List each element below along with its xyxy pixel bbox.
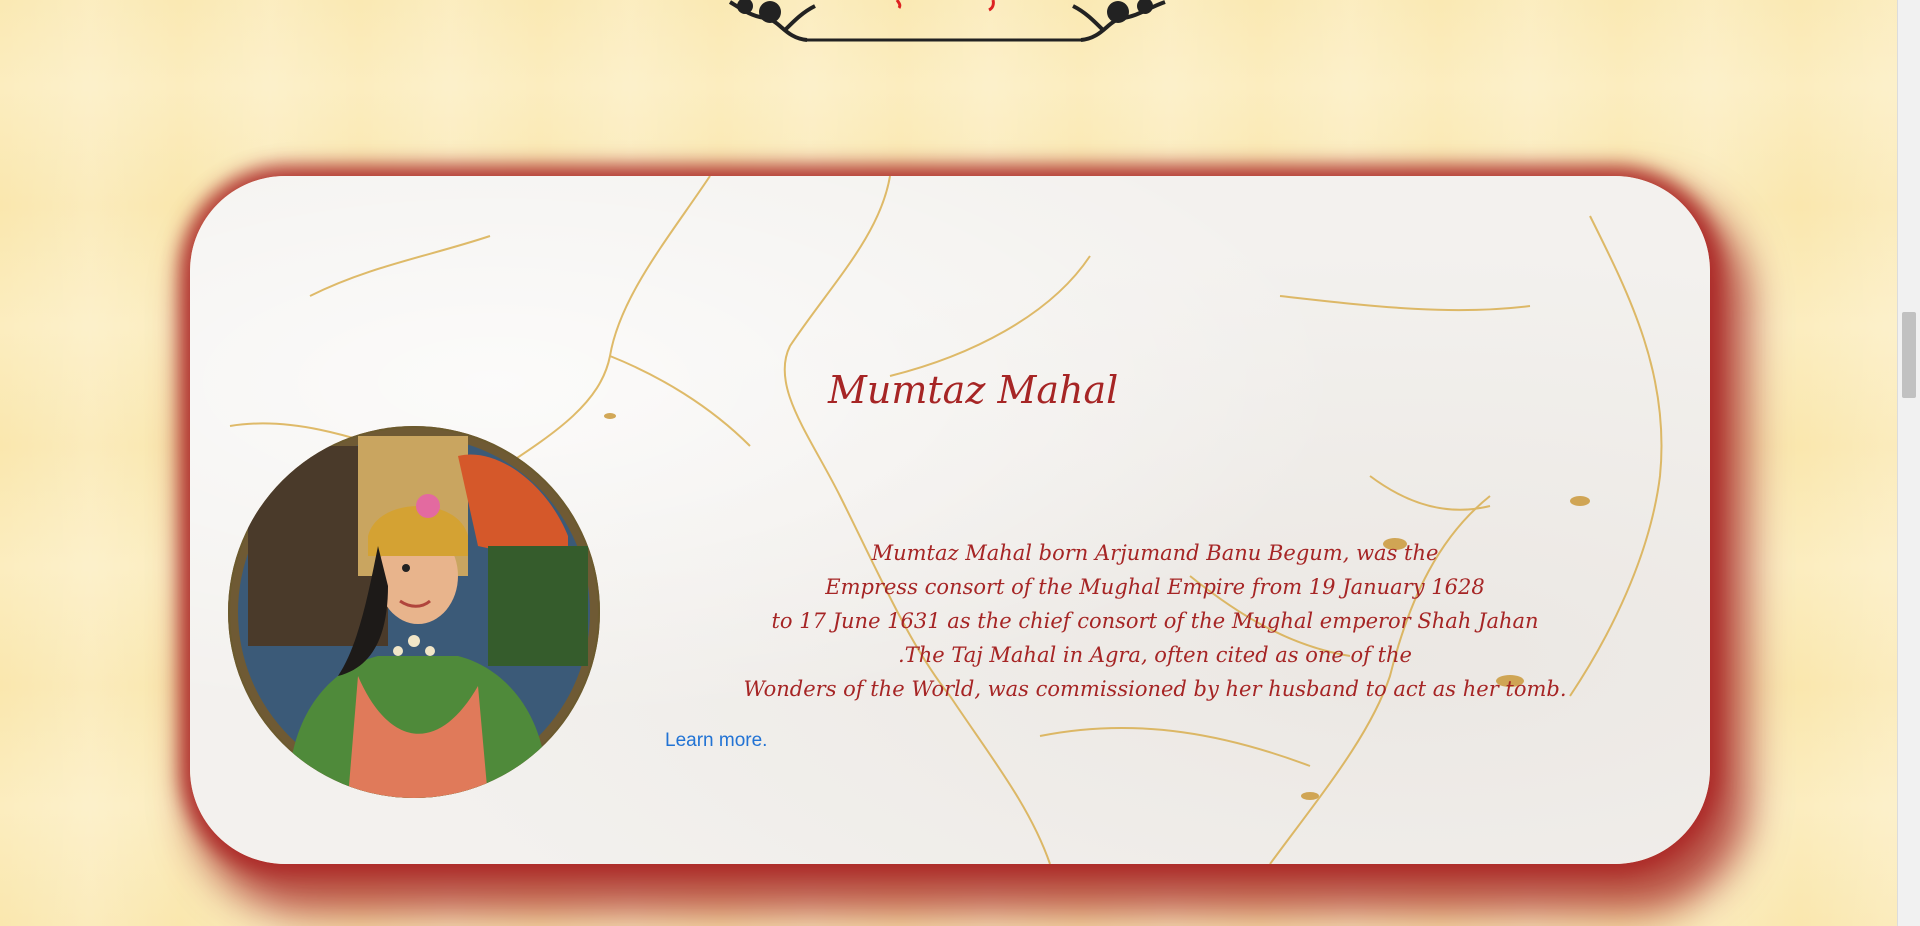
vertical-scrollbar[interactable]	[1897, 0, 1920, 926]
bio-line: Empress consort of the Mughal Empire fro…	[825, 575, 1485, 599]
bio-text: Mumtaz Mahal born Arjumand Banu Begum, w…	[700, 536, 1610, 706]
bio-line: to 17 June 1631 as the chief consort of …	[771, 609, 1539, 633]
bio-line: Wonders of the World, was commissioned b…	[743, 677, 1567, 701]
bio-line: Mumtaz Mahal born Arjumand Banu Begum, w…	[871, 541, 1439, 565]
portrait-image	[228, 426, 600, 798]
learn-more-link[interactable]: Learn more.	[665, 730, 767, 752]
top-ornament-icon	[725, 0, 1170, 52]
section-heading: Mumtaz Mahal	[828, 368, 1119, 412]
bio-line: .The Taj Mahal in Agra, often cited as o…	[898, 643, 1412, 667]
scrollbar-thumb[interactable]	[1902, 312, 1916, 398]
